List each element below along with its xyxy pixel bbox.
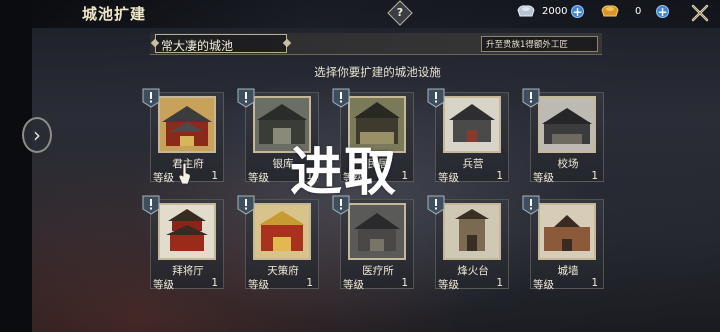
building-card[interactable]: 烽火台 等级 1 — [435, 199, 509, 291]
building-card[interactable]: 校场 等级 1 — [530, 92, 604, 184]
overlay-caption: 进取 — [290, 143, 399, 203]
help-icon[interactable]: ? — [392, 5, 408, 21]
building-image — [158, 96, 216, 153]
level-label: 等级 — [533, 172, 554, 184]
level-value: 1 — [211, 170, 218, 182]
level-value: 1 — [591, 277, 598, 289]
building-name: 烽火台 — [457, 265, 489, 277]
building-card[interactable]: 天策府 等级 1 — [245, 199, 319, 291]
building-name: 城墙 — [557, 265, 579, 277]
building-card[interactable]: 兵营 等级 1 — [435, 92, 509, 184]
level-label: 等级 — [153, 279, 174, 291]
level-value: 1 — [401, 170, 408, 182]
level-label: 等级 — [153, 172, 174, 184]
alert-badge-icon — [237, 195, 255, 215]
upgrade-hint: 升至贵族1得额外工匠 — [486, 40, 568, 50]
add-silver-button[interactable]: + — [571, 5, 584, 18]
level-value: 1 — [591, 170, 598, 182]
building-name: 兵营 — [462, 158, 484, 170]
arrow-right-icon: › — [33, 123, 41, 147]
alert-badge-icon — [142, 195, 160, 215]
add-gold-button[interactable]: + — [656, 5, 669, 18]
building-image — [538, 96, 596, 153]
page-title: 城池扩建 — [82, 5, 147, 23]
left-edge — [0, 0, 32, 332]
alert-badge-icon — [522, 195, 540, 215]
level-label: 等级 — [248, 172, 269, 184]
building-image — [253, 203, 311, 260]
close-icon[interactable] — [690, 3, 710, 23]
level-value: 1 — [496, 277, 503, 289]
building-name: 拜将厅 — [172, 265, 204, 277]
building-name: 医疗所 — [362, 265, 394, 277]
gold-amount: 0 — [635, 6, 642, 17]
alert-badge-icon — [522, 88, 540, 108]
building-image — [538, 203, 596, 260]
city-name: 常大凄的城池 — [161, 39, 234, 53]
silver-amount: 2000 — [542, 6, 568, 17]
alert-badge-icon — [332, 88, 350, 108]
upgrade-hint-box: 升至贵族1得额外工匠 — [481, 36, 598, 52]
level-label: 等级 — [533, 279, 554, 291]
level-label: 等级 — [438, 172, 459, 184]
alert-badge-icon — [237, 88, 255, 108]
hand-cursor-icon — [178, 162, 191, 185]
level-value: 1 — [306, 277, 313, 289]
building-image — [443, 203, 501, 260]
level-value: 1 — [496, 170, 503, 182]
instruction-text: 选择你要扩建的城池设施 — [314, 65, 441, 79]
expand-side-button[interactable]: › — [22, 117, 52, 153]
building-card[interactable]: 医疗所 等级 1 — [340, 199, 414, 291]
building-name: 校场 — [557, 158, 579, 170]
level-value: 1 — [211, 277, 218, 289]
building-name: 天策府 — [267, 265, 299, 277]
level-label: 等级 — [248, 279, 269, 291]
building-image — [348, 203, 406, 260]
silver-ingot-icon — [517, 5, 535, 17]
building-image — [443, 96, 501, 153]
alert-badge-icon — [427, 195, 445, 215]
level-value: 1 — [401, 277, 408, 289]
city-name-box[interactable]: 常大凄的城池 — [155, 34, 287, 53]
building-card[interactable]: 拜将厅 等级 1 — [150, 199, 224, 291]
level-label: 等级 — [343, 279, 364, 291]
level-label: 等级 — [438, 279, 459, 291]
gold-ingot-icon — [601, 5, 619, 17]
building-image — [158, 203, 216, 260]
alert-badge-icon — [142, 88, 160, 108]
building-card[interactable]: 城墙 等级 1 — [530, 199, 604, 291]
alert-badge-icon — [427, 88, 445, 108]
